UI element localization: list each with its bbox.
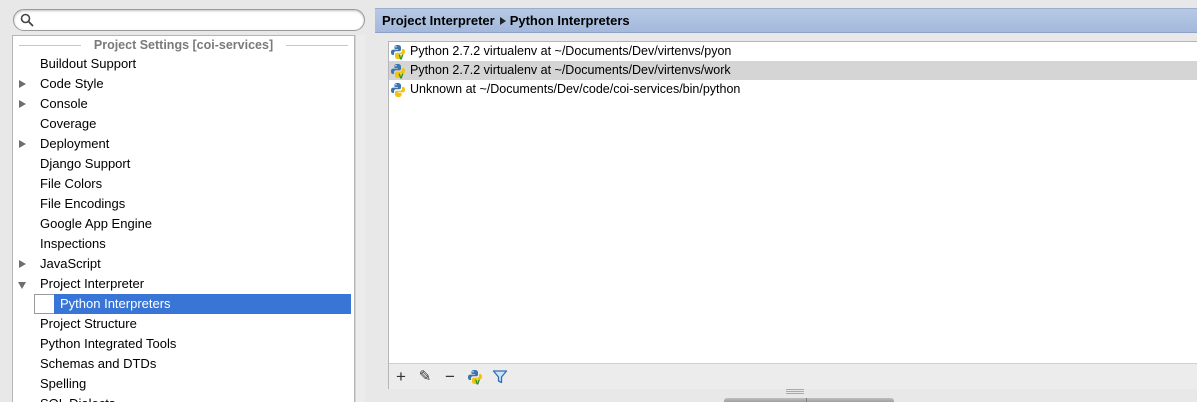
python-virtualenv-icon: v bbox=[390, 63, 406, 81]
edit-interpreter-button[interactable]: ✎ bbox=[415, 367, 435, 387]
filter-icon bbox=[492, 370, 508, 384]
tree-item-label: Deployment bbox=[40, 136, 110, 151]
tree-item-javascript[interactable]: JavaScript bbox=[13, 254, 354, 274]
tree-scrollbar[interactable] bbox=[355, 35, 365, 402]
tree-item-inspections[interactable]: Inspections bbox=[13, 234, 354, 254]
python-icon bbox=[390, 82, 406, 98]
tree-item-python-interpreters[interactable]: Python Interpreters bbox=[13, 294, 354, 314]
tree-item-file-colors[interactable]: File Colors bbox=[13, 174, 354, 194]
interpreter-label: Unknown at ~/Documents/Dev/code/coi-serv… bbox=[410, 82, 741, 96]
tree-item-label: Django Support bbox=[40, 156, 131, 171]
tree-item-label: File Colors bbox=[40, 176, 103, 191]
tree-item-buildout-support[interactable]: Buildout Support bbox=[13, 54, 354, 74]
tree-item-file-encodings[interactable]: File Encodings bbox=[13, 194, 354, 214]
interpreter-label: Python 2.7.2 virtualenv at ~/Documents/D… bbox=[410, 44, 732, 58]
breadcrumb: Project Interpreter Python Interpreters bbox=[375, 8, 1197, 33]
collapsed-arrow-icon[interactable] bbox=[19, 100, 26, 108]
selection-indent-box bbox=[34, 294, 54, 314]
interpreter-row[interactable]: v Python 2.7.2 virtualenv at ~/Documents/… bbox=[389, 42, 1197, 62]
tree-item-console[interactable]: Console bbox=[13, 94, 354, 114]
filter-button[interactable] bbox=[490, 367, 510, 387]
settings-tree: Project Settings [coi-services] Buildout… bbox=[12, 35, 355, 402]
tree-item-project-structure[interactable]: Project Structure bbox=[13, 314, 354, 334]
tree-list: Buildout Support Code Style Console Coverag… bbox=[13, 54, 354, 402]
collapsed-arrow-icon[interactable] bbox=[19, 140, 26, 148]
tree-item-google-app-engine[interactable]: Google App Engine bbox=[13, 214, 354, 234]
tree-item-label: SQL Dialects bbox=[40, 396, 115, 402]
add-interpreter-button[interactable]: + bbox=[391, 367, 411, 387]
tree-item-django-support[interactable]: Django Support bbox=[13, 154, 354, 174]
breadcrumb-current: Python Interpreters bbox=[509, 13, 630, 28]
breadcrumb-parent[interactable]: Project Interpreter bbox=[382, 13, 495, 28]
tree-item-label: Code Style bbox=[40, 76, 104, 91]
tree-item-label: Schemas and DTDs bbox=[40, 356, 157, 371]
tree-section-title: Project Settings [coi-services] bbox=[89, 38, 278, 52]
tree-item-label: Coverage bbox=[40, 116, 97, 131]
tree-item-label: Python Integrated Tools bbox=[40, 336, 177, 351]
interpreter-row[interactable]: v Python 2.7.2 virtualenv at ~/Documents/… bbox=[389, 61, 1197, 81]
tree-item-project-interpreter[interactable]: Project Interpreter bbox=[13, 274, 354, 294]
tree-item-label: Console bbox=[40, 96, 88, 111]
interpreters-list: v Python 2.7.2 virtualenv at ~/Documents/… bbox=[389, 42, 1197, 99]
tree-item-label: File Encodings bbox=[40, 196, 126, 211]
search-icon bbox=[20, 13, 34, 27]
tree-item-spelling[interactable]: Spelling bbox=[13, 374, 354, 394]
breadcrumb-arrow-icon bbox=[499, 17, 506, 25]
svg-text:v: v bbox=[399, 52, 404, 61]
tree-item-label: Spelling bbox=[40, 376, 87, 391]
tree-item-sql-dialects[interactable]: SQL Dialects bbox=[13, 394, 354, 402]
content-gutter bbox=[375, 41, 388, 402]
interpreters-toolbar: + ✎ − v bbox=[389, 363, 1197, 389]
tree-item-deployment[interactable]: Deployment bbox=[13, 134, 354, 154]
remove-interpreter-button[interactable]: − bbox=[440, 367, 460, 387]
interpreter-row[interactable]: Unknown at ~/Documents/Dev/code/coi-serv… bbox=[389, 80, 1197, 99]
tree-item-coverage[interactable]: Coverage bbox=[13, 114, 354, 134]
collapsed-arrow-icon[interactable] bbox=[19, 260, 26, 268]
tree-item-label: Inspections bbox=[40, 236, 106, 251]
tree-item-label: JavaScript bbox=[40, 256, 101, 271]
tree-item-schemas-and-dtds[interactable]: Schemas and DTDs bbox=[13, 354, 354, 374]
resize-grip[interactable] bbox=[786, 389, 804, 395]
tree-item-code-style[interactable]: Code Style bbox=[13, 74, 354, 94]
tree-item-label: Python Interpreters bbox=[60, 296, 171, 311]
tree-item-label: Google App Engine bbox=[40, 216, 153, 231]
settings-sidebar: Project Settings [coi-services] Buildout… bbox=[0, 0, 375, 402]
tree-section-header: Project Settings [coi-services] bbox=[13, 38, 354, 53]
settings-search-box[interactable] bbox=[13, 9, 365, 31]
create-virtualenv-button[interactable]: v bbox=[465, 367, 485, 387]
interpreters-panel: v Python 2.7.2 virtualenv at ~/Documents/… bbox=[388, 41, 1197, 389]
tree-item-python-integrated-tools[interactable]: Python Integrated Tools bbox=[13, 334, 354, 354]
python-virtualenv-icon: v bbox=[390, 44, 406, 62]
svg-text:v: v bbox=[399, 71, 404, 80]
expanded-arrow-icon[interactable] bbox=[18, 282, 26, 289]
bottom-tab-bar[interactable] bbox=[724, 398, 894, 402]
search-input[interactable] bbox=[38, 12, 356, 28]
python-virtualenv-icon: v bbox=[468, 370, 482, 386]
tree-item-label: Project Structure bbox=[40, 316, 137, 331]
tree-item-label: Buildout Support bbox=[40, 56, 137, 71]
interpreter-label: Python 2.7.2 virtualenv at ~/Documents/D… bbox=[410, 63, 731, 77]
tree-item-label: Project Interpreter bbox=[40, 276, 145, 291]
collapsed-arrow-icon[interactable] bbox=[19, 80, 26, 88]
svg-text:v: v bbox=[475, 377, 480, 386]
